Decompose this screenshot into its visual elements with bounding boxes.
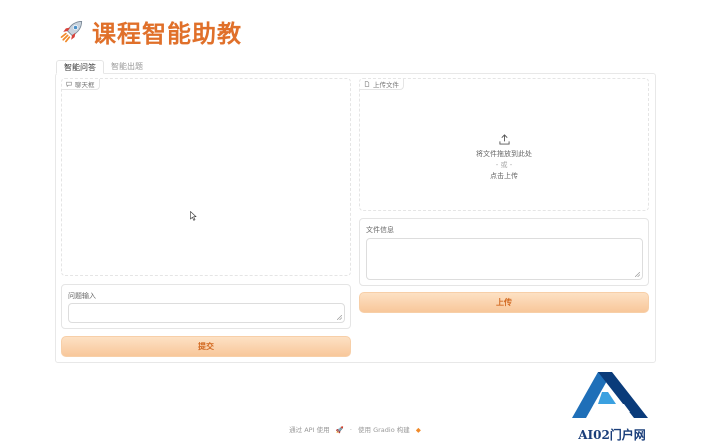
watermark-logo: AI02门户网 xyxy=(564,366,660,443)
file-info-block: 文件信息 xyxy=(359,218,649,286)
rocket-icon xyxy=(60,20,83,43)
footer-separator: · xyxy=(349,426,352,434)
gradio-logo-icon: ◆ xyxy=(415,426,421,434)
upload-prompt: 将文件拖放到此处 - 或 - 点击上传 xyxy=(360,134,648,182)
submit-button[interactable]: 提交 xyxy=(61,336,351,357)
question-block: 问题输入 xyxy=(61,284,351,329)
chatbot-label-text: 聊天框 xyxy=(75,81,95,89)
file-info-textarea[interactable] xyxy=(366,238,643,280)
chat-icon xyxy=(66,81,72,87)
question-label: 问题输入 xyxy=(68,292,96,300)
question-input[interactable] xyxy=(68,303,345,323)
app-header: 课程智能助教 xyxy=(58,14,242,48)
watermark-text: AI02门户网 xyxy=(578,428,646,442)
resize-handle-icon[interactable] xyxy=(635,272,640,277)
click-upload-text[interactable]: 点击上传 xyxy=(360,171,648,182)
page-title: 课程智能助教 xyxy=(92,19,242,48)
tab-bar: 智能问答 智能出题 xyxy=(56,60,150,74)
file-upload-dropzone[interactable]: 上传文件 将文件拖放到此处 - 或 - 点击上传 xyxy=(359,78,649,211)
upload-label: 上传文件 xyxy=(360,79,404,90)
watermark-mark-icon xyxy=(572,372,648,418)
api-link[interactable]: 通过 API 使用 xyxy=(289,426,329,434)
tab-qa[interactable]: 智能问答 xyxy=(56,60,104,74)
drop-text: 将文件拖放到此处 xyxy=(476,150,532,158)
resize-handle-icon[interactable] xyxy=(337,315,342,320)
upload-button[interactable]: 上传 xyxy=(359,292,649,313)
tab-quiz[interactable]: 智能出题 xyxy=(104,60,150,74)
or-text: - 或 - xyxy=(495,161,513,169)
file-info-label: 文件信息 xyxy=(366,226,394,234)
file-icon xyxy=(364,81,370,87)
chatbot-label: 聊天框 xyxy=(62,79,100,90)
upload-label-text: 上传文件 xyxy=(373,81,399,89)
gradio-link[interactable]: 使用 Gradio 构建 xyxy=(358,426,410,434)
chatbot-box: 聊天框 xyxy=(61,78,351,276)
mouse-cursor-icon xyxy=(190,211,197,221)
rocket-small-icon: 🚀 xyxy=(335,426,344,434)
upload-icon xyxy=(498,134,510,145)
